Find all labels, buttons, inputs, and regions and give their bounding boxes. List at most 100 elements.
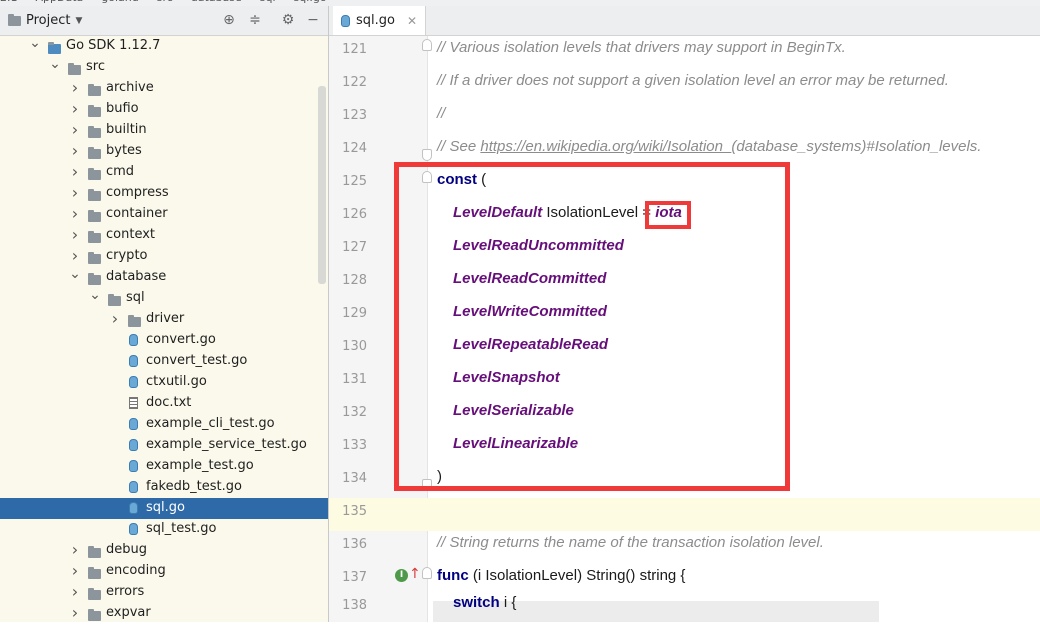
tree-item-label: bufio — [106, 101, 139, 116]
tree-item[interactable]: doc.txt — [0, 393, 328, 414]
chevron-down-icon[interactable]: ⌄ — [49, 56, 61, 72]
tree-item[interactable]: › builtin — [0, 120, 328, 141]
go-file-icon — [341, 14, 350, 27]
chevron-right-icon[interactable]: › — [69, 540, 81, 559]
comment-token: (database_systems)#Isolation_levels. — [731, 138, 982, 155]
tree-item[interactable]: › bufio — [0, 99, 328, 120]
chevron-right-icon[interactable]: › — [109, 309, 121, 328]
tree-item[interactable]: ctxutil.go — [0, 372, 328, 393]
breadcrumb-item[interactable]: sql — [260, 0, 276, 4]
code-line[interactable]: 137 I ↑ func (i IsolationLevel) String() st… — [329, 564, 1040, 597]
line-number: 122 — [342, 75, 367, 90]
tree-item[interactable]: ⌄ sql — [0, 287, 328, 309]
tree-item[interactable]: › cmd — [0, 162, 328, 183]
tree-item[interactable]: example_cli_test.go — [0, 414, 328, 435]
tree-item[interactable]: fakedb_test.go — [0, 477, 328, 498]
chevron-down-icon[interactable]: ⌄ — [89, 287, 101, 303]
tree-item[interactable]: › encoding — [0, 561, 328, 582]
tree-item-label: doc.txt — [146, 395, 192, 410]
tree-item[interactable]: ⌄ database — [0, 266, 328, 288]
folder-icon — [88, 189, 101, 205]
chevron-down-icon[interactable]: ⌄ — [69, 266, 81, 282]
breadcrumb-item[interactable]: database — [191, 0, 242, 4]
project-view-selector[interactable]: Project ▼ — [8, 13, 82, 28]
tree-item[interactable]: convert.go — [0, 330, 328, 351]
tree-item-label: ctxutil.go — [146, 374, 207, 389]
chevron-right-icon[interactable]: › — [69, 162, 81, 181]
tree-item[interactable]: › driver — [0, 309, 328, 330]
fold-marker-icon[interactable] — [422, 567, 432, 579]
tree-item[interactable]: ⌄ src — [0, 56, 328, 78]
comment-token: // If a driver does not support a given … — [437, 72, 949, 89]
code-line[interactable]: 121 // Various isolation levels that driv… — [329, 36, 1040, 69]
go-file-icon — [129, 481, 138, 497]
tree-item-label: expvar — [106, 605, 151, 620]
code-line[interactable]: 138 switch i { — [329, 594, 1040, 622]
breadcrumb-item[interactable]: src — [157, 0, 173, 4]
folder-icon — [88, 105, 101, 121]
tree-item[interactable]: › errors — [0, 582, 328, 603]
chevron-right-icon[interactable]: › — [69, 120, 81, 139]
code-line[interactable]: 136 // String returns the name of the tra… — [329, 531, 1040, 564]
folder-icon — [88, 168, 101, 184]
implements-icon[interactable]: I — [395, 569, 408, 582]
folder-icon — [88, 210, 101, 226]
line-number: 124 — [342, 141, 367, 156]
breadcrumb-item[interactable]: goland — [101, 0, 138, 4]
chevron-right-icon[interactable]: › — [69, 183, 81, 202]
tree-item[interactable]: convert_test.go — [0, 351, 328, 372]
tree-item[interactable]: › compress — [0, 183, 328, 204]
line-number: 133 — [342, 438, 367, 453]
tree-item[interactable]: › crypto — [0, 246, 328, 267]
tree-item[interactable]: › container — [0, 204, 328, 225]
close-icon[interactable]: ✕ — [407, 14, 417, 28]
chevron-right-icon[interactable]: › — [69, 99, 81, 118]
code-text: switch i { — [453, 594, 516, 611]
code-token: i { — [499, 594, 517, 611]
line-number: 125 — [342, 174, 367, 189]
tree-item[interactable]: › expvar — [0, 603, 328, 624]
chevron-right-icon[interactable]: › — [69, 246, 81, 265]
chevron-right-icon[interactable]: › — [69, 141, 81, 160]
chevron-right-icon[interactable]: › — [69, 225, 81, 244]
line-number: 132 — [342, 405, 367, 420]
up-arrow-icon[interactable]: ↑ — [409, 566, 421, 582]
tree-item[interactable]: › archive — [0, 78, 328, 99]
tree-item[interactable]: sql_test.go — [0, 519, 328, 540]
tree-item[interactable]: example_service_test.go — [0, 435, 328, 456]
crosshair-icon[interactable]: ⊕ — [221, 12, 237, 28]
chevron-right-icon[interactable]: › — [69, 204, 81, 223]
tree-item[interactable]: › debug — [0, 540, 328, 561]
tree-item[interactable]: › bytes — [0, 141, 328, 162]
tree-item[interactable]: › context — [0, 225, 328, 246]
chevron-right-icon[interactable]: › — [69, 78, 81, 97]
chevron-right-icon[interactable]: › — [69, 582, 81, 601]
minimize-icon[interactable]: − — [305, 12, 321, 28]
collapse-icon[interactable]: ≑ — [247, 12, 263, 28]
line-number: 123 — [342, 108, 367, 123]
tree-item-label: cmd — [106, 164, 135, 179]
breadcrumb-item[interactable]: AppData — [36, 0, 84, 4]
tree-item-label: driver — [146, 311, 185, 326]
chevron-right-icon[interactable]: › — [69, 603, 81, 622]
gear-icon[interactable]: ⚙ — [280, 12, 296, 28]
comment-token: // Various isolation levels that drivers… — [437, 39, 846, 56]
project-panel-header: Project ▼ ⊕ ≑ ⚙ − — [0, 6, 328, 36]
comment-link[interactable]: https://en.wikipedia.org/wiki/Isolation_ — [480, 138, 731, 155]
project-scrollbar[interactable] — [318, 86, 326, 284]
chevron-right-icon[interactable]: › — [69, 561, 81, 580]
tab-sql-go[interactable]: sql.go ✕ — [333, 6, 427, 35]
fold-marker-icon[interactable] — [422, 39, 432, 51]
fold-marker-icon[interactable] — [422, 149, 432, 161]
code-line[interactable]: 122 // If a driver does not support a giv… — [329, 69, 1040, 102]
tree-item[interactable]: ⌄ Go SDK 1.12.7 — [0, 35, 328, 57]
code-line[interactable]: 123 // — [329, 102, 1040, 135]
breadcrumb-item[interactable]: 2.1 — [0, 0, 18, 4]
breadcrumb-item[interactable]: sql.go — [294, 0, 327, 4]
tree-item-label: container — [106, 206, 168, 221]
line-number: 138 — [342, 598, 367, 613]
tree-item[interactable]: sql.go — [0, 498, 328, 519]
tree-item[interactable]: example_test.go — [0, 456, 328, 477]
code-line[interactable]: 135 — [329, 498, 1040, 531]
chevron-down-icon[interactable]: ⌄ — [29, 35, 41, 51]
